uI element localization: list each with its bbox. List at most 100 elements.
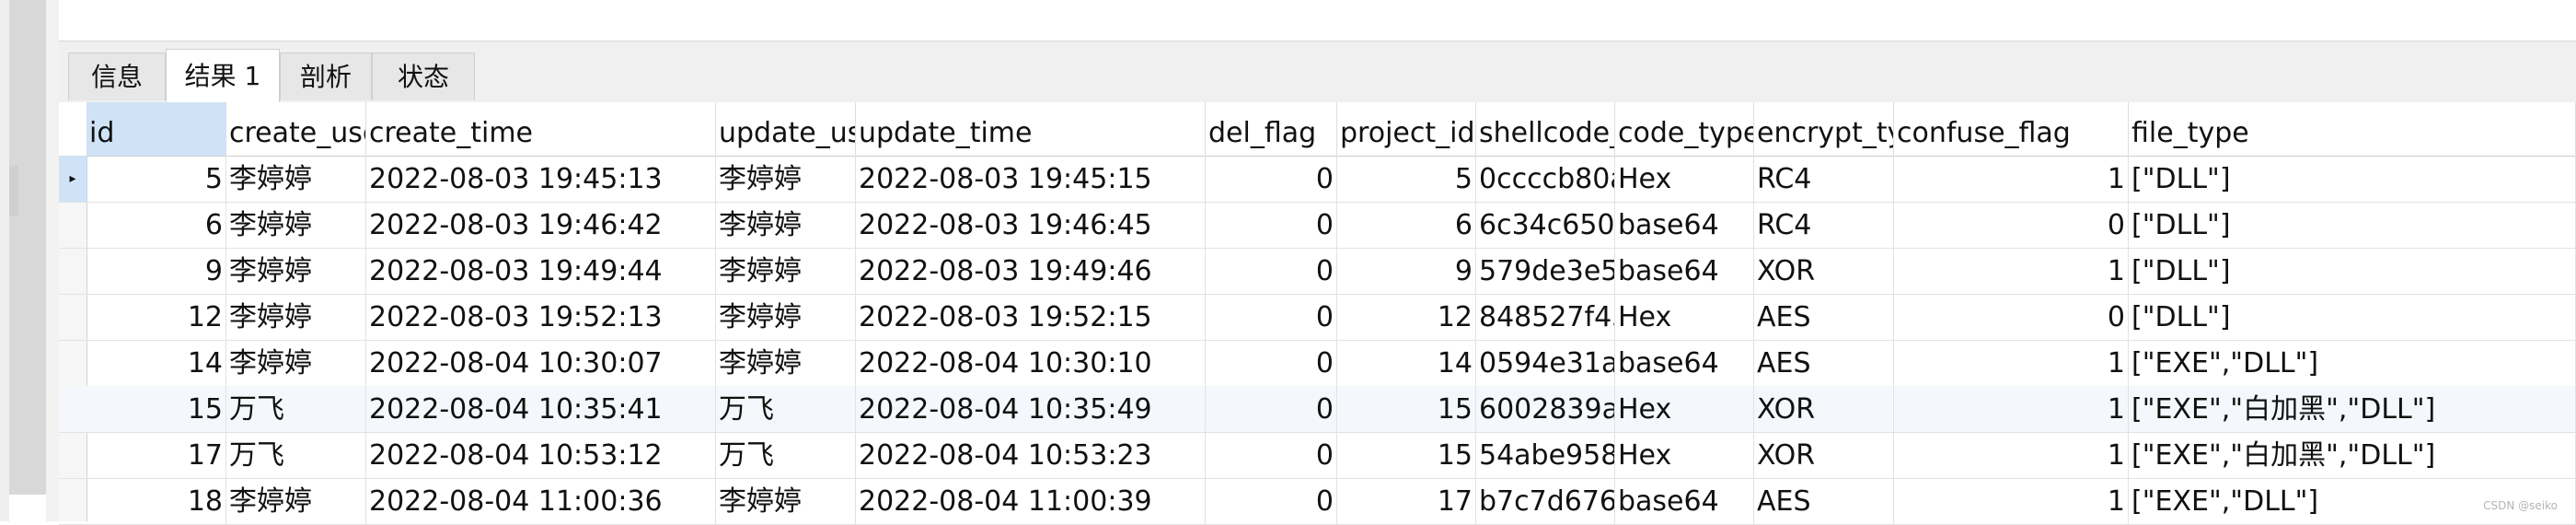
cell-update-user[interactable]: 李婷婷 [716,202,856,248]
cell-encrypt-type[interactable]: RC4 [1754,202,1894,248]
cell-encrypt-type[interactable]: RC4 [1754,156,1894,202]
cell-create-user[interactable]: 李婷婷 [226,294,366,340]
cell-shellcode[interactable]: 54abe958 [1476,432,1615,478]
cell-create-time[interactable]: 2022-08-04 10:35:41 [366,386,716,432]
cell-confuse-flag[interactable]: 1 [1894,432,2129,478]
cell-id[interactable]: 18 [87,478,226,524]
cell-shellcode[interactable]: 848527f43 [1476,294,1615,340]
column-header-project-id[interactable]: project_id [1337,102,1476,156]
cell-id[interactable]: 5 [87,156,226,202]
cell-confuse-flag[interactable]: 1 [1894,248,2129,294]
column-header-shellcode[interactable]: shellcode_ [1476,102,1615,156]
row-marker[interactable] [59,340,87,386]
cell-file-type[interactable]: ["EXE","白加黑","DLL"] [2129,386,2576,432]
cell-del-flag[interactable]: 0 [1206,156,1337,202]
cell-update-time[interactable]: 2022-08-04 10:30:10 [856,340,1206,386]
left-scrollbar[interactable] [9,0,46,495]
cell-file-type[interactable]: ["DLL"] [2129,156,2576,202]
cell-project-id[interactable]: 9 [1337,248,1476,294]
cell-code-type[interactable]: base64 [1615,340,1754,386]
row-marker[interactable] [59,202,87,248]
column-header-create-time[interactable]: create_time [366,102,716,156]
cell-file-type[interactable]: ["DLL"] [2129,202,2576,248]
cell-create-time[interactable]: 2022-08-03 19:52:13 [366,294,716,340]
cell-shellcode[interactable]: 0594e31a [1476,340,1615,386]
cell-update-time[interactable]: 2022-08-04 10:53:23 [856,432,1206,478]
table-row[interactable]: 15 万飞 2022-08-04 10:35:41 万飞 2022-08-04 10:3… [59,386,2576,433]
cell-confuse-flag[interactable]: 1 [1894,386,2129,432]
cell-shellcode[interactable]: 0ccccb80a [1476,156,1615,202]
cell-shellcode[interactable]: 6002839a [1476,386,1615,432]
column-header-file-type[interactable]: file_type [2129,102,2576,156]
cell-shellcode[interactable]: b7c7d676 [1476,478,1615,524]
tab-result-1[interactable]: 结果 1 [166,49,280,102]
table-row[interactable]: 14 李婷婷 2022-08-04 10:30:07 李婷婷 2022-08-04 10… [59,340,2576,387]
cell-create-user[interactable]: 李婷婷 [226,478,366,524]
cell-confuse-flag[interactable]: 0 [1894,294,2129,340]
cell-code-type[interactable]: Hex [1615,294,1754,340]
cell-project-id[interactable]: 12 [1337,294,1476,340]
cell-create-time[interactable]: 2022-08-04 10:30:07 [366,340,716,386]
cell-encrypt-type[interactable]: XOR [1754,248,1894,294]
cell-create-time[interactable]: 2022-08-03 19:49:44 [366,248,716,294]
cell-code-type[interactable]: base64 [1615,202,1754,248]
cell-code-type[interactable]: Hex [1615,156,1754,202]
cell-confuse-flag[interactable]: 0 [1894,202,2129,248]
cell-update-user[interactable]: 万飞 [716,386,856,432]
cell-code-type[interactable]: Hex [1615,386,1754,432]
cell-file-type[interactable]: ["EXE","DLL"] [2129,340,2576,386]
cell-project-id[interactable]: 15 [1337,386,1476,432]
cell-del-flag[interactable]: 0 [1206,294,1337,340]
cell-create-user[interactable]: 万飞 [226,386,366,432]
row-marker[interactable] [59,432,87,478]
column-header-code-type[interactable]: code_type [1615,102,1754,156]
cell-project-id[interactable]: 14 [1337,340,1476,386]
cell-del-flag[interactable]: 0 [1206,432,1337,478]
row-marker[interactable] [59,478,87,524]
column-header-update-time[interactable]: update_time [856,102,1206,156]
row-marker[interactable] [59,294,87,340]
cell-file-type[interactable]: ["EXE","白加黑","DLL"] [2129,432,2576,478]
cell-update-time[interactable]: 2022-08-03 19:49:46 [856,248,1206,294]
cell-update-user[interactable]: 李婷婷 [716,340,856,386]
column-header-id[interactable]: id [87,102,226,156]
table-row[interactable]: 17 万飞 2022-08-04 10:53:12 万飞 2022-08-04 10:5… [59,432,2576,479]
column-header-encrypt-type[interactable]: encrypt_ty [1754,102,1894,156]
cell-encrypt-type[interactable]: AES [1754,478,1894,524]
cell-confuse-flag[interactable]: 1 [1894,340,2129,386]
cell-id[interactable]: 15 [87,386,226,432]
cell-id[interactable]: 12 [87,294,226,340]
cell-shellcode[interactable]: 579de3e5 [1476,248,1615,294]
cell-create-user[interactable]: 李婷婷 [226,340,366,386]
tab-info[interactable]: 信息 [68,52,166,100]
table-row[interactable]: 9 李婷婷 2022-08-03 19:49:44 李婷婷 2022-08-03 19:… [59,248,2576,295]
cell-update-time[interactable]: 2022-08-04 10:35:49 [856,386,1206,432]
cell-project-id[interactable]: 5 [1337,156,1476,202]
cell-file-type[interactable]: ["DLL"] [2129,248,2576,294]
cell-encrypt-type[interactable]: XOR [1754,432,1894,478]
cell-del-flag[interactable]: 0 [1206,478,1337,524]
cell-create-time[interactable]: 2022-08-04 11:00:36 [366,478,716,524]
cell-id[interactable]: 14 [87,340,226,386]
table-row[interactable]: 12 李婷婷 2022-08-03 19:52:13 李婷婷 2022-08-03 19… [59,294,2576,341]
cell-encrypt-type[interactable]: AES [1754,340,1894,386]
cell-id[interactable]: 17 [87,432,226,478]
result-grid[interactable]: id create_use create_time update_us upda… [59,102,2576,525]
cell-create-user[interactable]: 李婷婷 [226,156,366,202]
column-header-update-user[interactable]: update_us [716,102,856,156]
left-scrollbar-thumb[interactable] [9,166,18,216]
cell-code-type[interactable]: base64 [1615,478,1754,524]
current-row-marker[interactable]: ▸ [59,156,87,202]
cell-del-flag[interactable]: 0 [1206,202,1337,248]
cell-encrypt-type[interactable]: XOR [1754,386,1894,432]
cell-project-id[interactable]: 6 [1337,202,1476,248]
cell-del-flag[interactable]: 0 [1206,386,1337,432]
row-marker[interactable] [59,248,87,294]
cell-confuse-flag[interactable]: 1 [1894,478,2129,524]
cell-code-type[interactable]: Hex [1615,432,1754,478]
cell-encrypt-type[interactable]: AES [1754,294,1894,340]
cell-del-flag[interactable]: 0 [1206,340,1337,386]
cell-create-time[interactable]: 2022-08-04 10:53:12 [366,432,716,478]
column-header-del-flag[interactable]: del_flag [1206,102,1337,156]
column-header-confuse-flag[interactable]: confuse_flag [1894,102,2129,156]
